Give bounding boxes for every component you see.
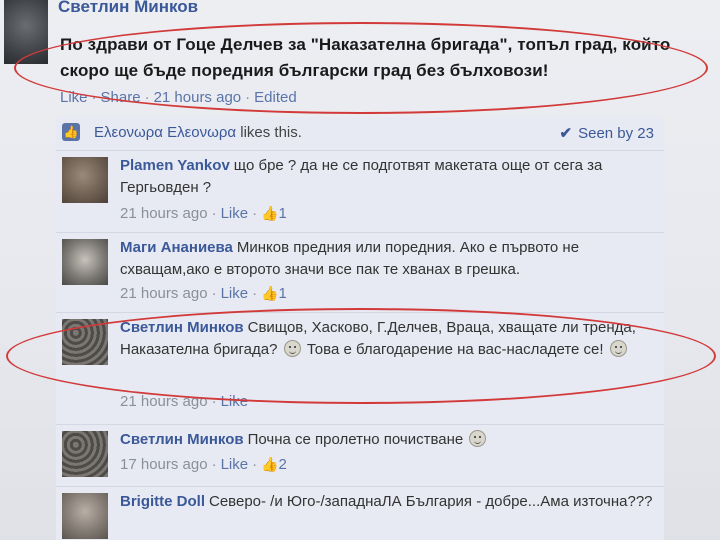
- thumbs-up-icon: 👍: [261, 456, 279, 472]
- smiley-icon: [469, 430, 487, 447]
- comment-text: Това е благодарение на вас-насладете се!: [306, 341, 604, 358]
- comment-like-link[interactable]: Like: [221, 285, 249, 302]
- post-like-link[interactable]: Like: [60, 89, 88, 106]
- smiley-icon: [283, 340, 301, 357]
- post-author-avatar[interactable]: [4, 0, 48, 64]
- separator: ·: [252, 456, 258, 473]
- post-meta: Like · Share · 21 hours ago · Edited: [60, 89, 297, 106]
- thumbs-up-icon: 👍: [261, 205, 279, 221]
- comment-item: Светлин Минков Почна се пролетно почиства…: [56, 425, 664, 487]
- post-author-name[interactable]: Светлин Минков: [58, 0, 198, 17]
- separator: ·: [144, 89, 150, 106]
- comment-item: Plamen Yankov що бре ? да не се подготвят…: [56, 151, 664, 233]
- comment-like-count[interactable]: 2: [279, 456, 287, 473]
- seen-by-label: Seen by 23: [578, 125, 654, 142]
- separator: ·: [211, 456, 217, 473]
- comment-item: Маги Ананиева Минков предния или поредния…: [56, 233, 664, 313]
- separator: ·: [211, 285, 217, 302]
- separator: ·: [91, 89, 97, 106]
- comment-author[interactable]: Plamen Yankov: [120, 157, 230, 174]
- separator: ·: [245, 89, 251, 106]
- separator: ·: [252, 205, 258, 222]
- comment-meta: 21 hours ago · Like · 👍1: [120, 205, 287, 222]
- comment-like-count[interactable]: 1: [279, 285, 287, 302]
- commenter-avatar[interactable]: [62, 319, 108, 365]
- comment-meta: 21 hours ago · Like · 👍1: [120, 285, 287, 302]
- separator: ·: [211, 205, 217, 222]
- likes-summary: Ελεονωρα Ελεονωρα likes this.: [94, 124, 302, 141]
- comment-like-link[interactable]: Like: [221, 456, 249, 473]
- comment-like-link[interactable]: Like: [221, 393, 249, 410]
- comment-like-link[interactable]: Like: [221, 205, 249, 222]
- liker-name[interactable]: Ελεονωρα Ελεονωρα: [94, 124, 236, 141]
- commenter-avatar[interactable]: [62, 239, 108, 285]
- comment-timestamp[interactable]: 21 hours ago: [120, 205, 208, 222]
- commenter-avatar[interactable]: [62, 157, 108, 203]
- comment-body: Светлин Минков Свищов, Хасково, Г.Делчев,…: [120, 317, 656, 361]
- comment-author[interactable]: Светлин Минков: [120, 319, 244, 336]
- separator: ·: [252, 285, 258, 302]
- comment-like-count[interactable]: 1: [279, 205, 287, 222]
- comment-author[interactable]: Маги Ананиева: [120, 239, 233, 256]
- comment-body: Plamen Yankov що бре ? да не се подготвят…: [120, 155, 656, 199]
- likes-bar: 👍 Ελεονωρα Ελεονωρα likes this. ✔ Seen by…: [56, 117, 664, 151]
- commenter-avatar[interactable]: [62, 493, 108, 539]
- check-icon: ✔: [559, 125, 573, 142]
- comment-meta: 17 hours ago · Like · 👍2: [120, 456, 287, 473]
- comment-author[interactable]: Brigitte Doll: [120, 493, 205, 510]
- comments-panel: 👍 Ελεονωρα Ελεονωρα likes this. ✔ Seen by…: [56, 117, 664, 540]
- comment-meta: 21 hours ago · Like: [120, 393, 248, 410]
- comment-body: Brigitte Doll Северо- /и Юго-/западнаЛА Б…: [120, 491, 656, 513]
- post-share-link[interactable]: Share: [101, 89, 141, 106]
- comment-text: Северо- /и Юго-/западнаЛА България - доб…: [209, 493, 653, 510]
- post-text: По здрави от Гоце Делчев за "Наказателна…: [60, 35, 671, 80]
- comment-item: Brigitte Doll Северо- /и Юго-/западнаЛА Б…: [56, 487, 664, 540]
- comment-item: Светлин Минков Свищов, Хасково, Г.Делчев,…: [56, 313, 664, 425]
- smiley-icon: [609, 340, 627, 357]
- comment-body: Светлин Минков Почна се пролетно почиства…: [120, 429, 656, 451]
- comment-body: Маги Ананиева Минков предния или поредния…: [120, 237, 656, 281]
- comment-timestamp[interactable]: 21 hours ago: [120, 285, 208, 302]
- facebook-post-screen: Светлин Минков По здрави от Гоце Делчев …: [0, 0, 720, 540]
- seen-by[interactable]: ✔ Seen by 23: [560, 124, 654, 142]
- comment-author[interactable]: Светлин Минков: [120, 431, 244, 448]
- post-edited-link[interactable]: Edited: [254, 89, 297, 106]
- comment-timestamp[interactable]: 21 hours ago: [120, 393, 208, 410]
- thumbs-up-icon: 👍: [261, 285, 279, 301]
- comment-text: Почна се пролетно почистване: [247, 431, 464, 448]
- commenter-avatar[interactable]: [62, 431, 108, 477]
- separator: ·: [211, 393, 217, 410]
- comment-timestamp[interactable]: 17 hours ago: [120, 456, 208, 473]
- post-timestamp[interactable]: 21 hours ago: [154, 89, 242, 106]
- thumbs-up-icon: 👍: [62, 123, 80, 141]
- likes-text: likes this.: [240, 124, 302, 141]
